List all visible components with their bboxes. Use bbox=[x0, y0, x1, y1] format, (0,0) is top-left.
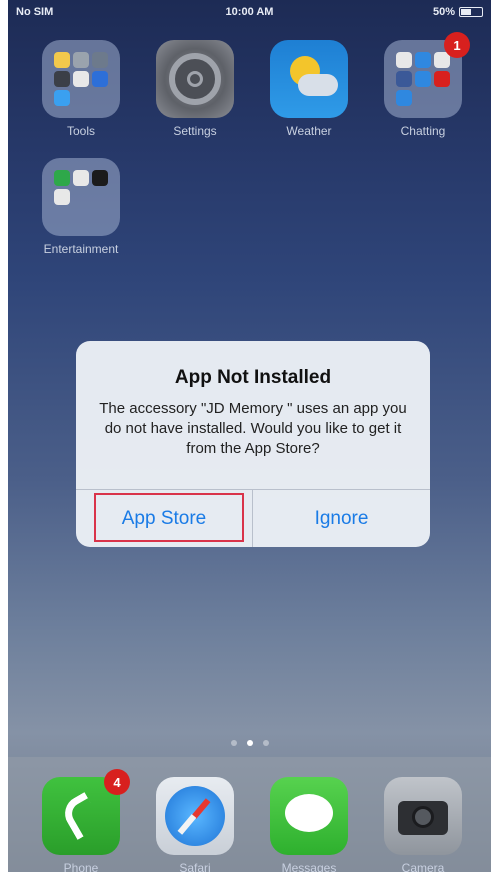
alert-title: App Not Installed bbox=[174, 367, 332, 388]
app-label: Chatting bbox=[400, 124, 446, 138]
app-label: Phone bbox=[63, 861, 99, 872]
battery-status: 50% bbox=[433, 6, 483, 18]
clock: 10:00 AM bbox=[225, 6, 274, 18]
page-dot bbox=[262, 740, 269, 746]
camera-icon bbox=[384, 777, 462, 855]
app-chatting-folder[interactable]: 1 Chatting bbox=[378, 32, 470, 138]
home-screen: No SIM 10:00 AM 50% Tools Settings Weath… bbox=[8, 0, 491, 872]
app-label: Safari bbox=[179, 861, 211, 872]
page-indicator[interactable] bbox=[8, 740, 491, 746]
app-phone[interactable]: 4 Phone bbox=[36, 769, 130, 872]
alert-message: The accessory "JD Memory " uses an app y… bbox=[99, 400, 407, 457]
app-camera[interactable]: Camera bbox=[378, 777, 468, 872]
app-weather[interactable]: Weather bbox=[264, 40, 354, 138]
entertainment-folder-icon bbox=[42, 158, 120, 236]
dock: 4 Phone Safari Messages Camera bbox=[8, 757, 491, 872]
messages-bubble-icon bbox=[270, 777, 348, 855]
app-store-highlight-box bbox=[94, 493, 244, 542]
app-label: Weather bbox=[286, 124, 332, 138]
weather-sun-cloud-icon bbox=[270, 40, 348, 118]
app-messages[interactable]: Messages bbox=[264, 777, 354, 872]
notification-badge: 4 bbox=[104, 769, 130, 795]
app-label: Tools bbox=[66, 124, 95, 138]
app-safari[interactable]: Safari bbox=[150, 777, 240, 872]
app-label: Messages bbox=[281, 861, 337, 872]
settings-gear-icon bbox=[156, 40, 234, 118]
tools-folder-icon bbox=[42, 40, 120, 118]
battery-icon bbox=[459, 7, 483, 17]
battery-percent: 50% bbox=[432, 6, 455, 18]
page-dot bbox=[230, 740, 237, 746]
app-settings[interactable]: Settings bbox=[150, 40, 240, 138]
app-label: Camera bbox=[401, 861, 445, 872]
app-tools-folder[interactable]: Tools bbox=[36, 40, 126, 138]
app-label: Settings bbox=[173, 124, 217, 138]
notification-badge: 1 bbox=[444, 32, 470, 58]
ignore-button[interactable]: Ignore bbox=[253, 490, 430, 547]
app-label: Entertainment bbox=[43, 242, 119, 256]
page-dot-active bbox=[246, 740, 253, 746]
status-bar: No SIM 10:00 AM 50% bbox=[8, 0, 491, 22]
safari-compass-icon bbox=[156, 777, 234, 855]
app-entertainment-folder[interactable]: Entertainment bbox=[36, 158, 126, 256]
